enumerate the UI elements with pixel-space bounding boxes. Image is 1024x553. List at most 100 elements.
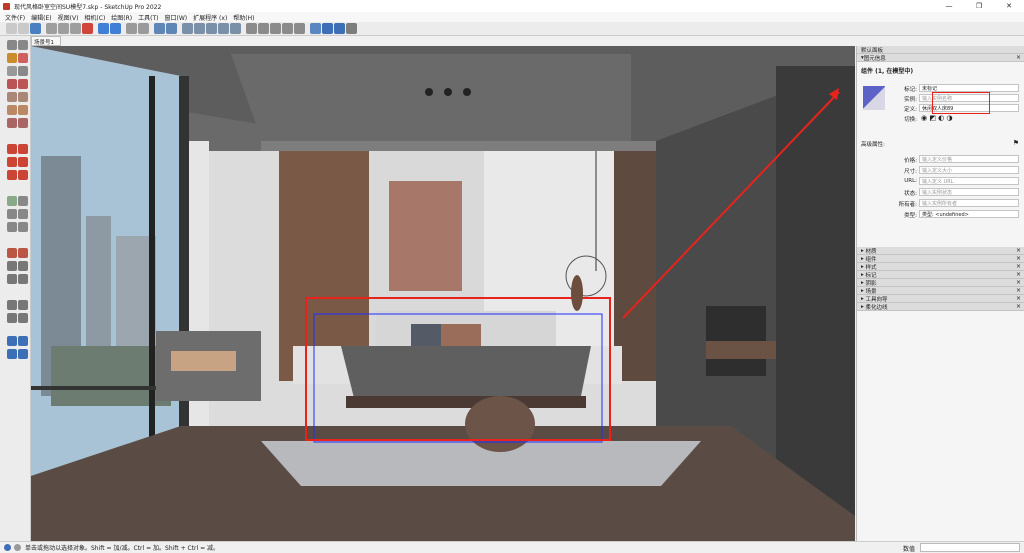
cut-icon[interactable] bbox=[46, 23, 57, 34]
scene-tab[interactable]: 场景号1 bbox=[31, 36, 61, 46]
paste-icon[interactable] bbox=[70, 23, 81, 34]
top-view-icon[interactable] bbox=[166, 23, 177, 34]
front-house-icon[interactable] bbox=[258, 23, 269, 34]
menu-edit[interactable]: 编辑(E) bbox=[31, 13, 51, 22]
menu-help[interactable]: 帮助(H) bbox=[233, 13, 254, 22]
undo-icon[interactable] bbox=[98, 23, 109, 34]
close-icon[interactable]: × bbox=[1016, 247, 1021, 254]
push-pull-icon[interactable] bbox=[18, 144, 28, 154]
export-icon[interactable] bbox=[18, 349, 28, 359]
close-icon[interactable]: × bbox=[1016, 263, 1021, 270]
share-model-icon[interactable] bbox=[7, 349, 17, 359]
erase-icon[interactable] bbox=[82, 23, 93, 34]
close-icon[interactable]: × bbox=[1016, 295, 1021, 302]
close-icon[interactable]: × bbox=[1016, 287, 1021, 294]
position-camera-icon[interactable] bbox=[7, 300, 17, 310]
visibility-toggle-icons[interactable]: ◉ ◩ ◐ ◑ bbox=[921, 114, 953, 122]
previous-view-icon[interactable] bbox=[18, 274, 28, 284]
menu-view[interactable]: 视图(V) bbox=[58, 13, 79, 22]
move-icon[interactable] bbox=[7, 144, 17, 154]
tray-materials[interactable]: ▸ 材质 × bbox=[857, 247, 1024, 255]
open-icon[interactable] bbox=[18, 23, 29, 34]
left-house-icon[interactable] bbox=[294, 23, 305, 34]
iso-view-icon[interactable] bbox=[154, 23, 165, 34]
arc2-icon[interactable] bbox=[7, 118, 17, 128]
close-icon[interactable]: × bbox=[1016, 54, 1021, 61]
back-edges-icon[interactable] bbox=[194, 23, 205, 34]
close-icon[interactable]: × bbox=[1016, 271, 1021, 278]
zoom-icon[interactable] bbox=[7, 261, 17, 271]
tray-shadows[interactable]: ▸ 阴影 × bbox=[857, 279, 1024, 287]
line-icon[interactable] bbox=[18, 66, 28, 76]
tag-select[interactable]: 未标记 bbox=[919, 84, 1019, 92]
scale-icon[interactable] bbox=[7, 170, 17, 180]
entity-info-header[interactable]: ▾ 图元信息 × bbox=[857, 54, 1024, 62]
pan-icon[interactable] bbox=[18, 248, 28, 258]
axes-icon[interactable] bbox=[310, 23, 321, 34]
menu-camera[interactable]: 相机(C) bbox=[84, 13, 105, 22]
close-icon[interactable]: × bbox=[1016, 303, 1021, 310]
xray-icon[interactable] bbox=[182, 23, 193, 34]
rotated-rect-icon[interactable] bbox=[18, 92, 28, 102]
tag-tool-icon[interactable] bbox=[7, 66, 17, 76]
menu-file[interactable]: 文件(F) bbox=[5, 13, 25, 22]
shaded-icon[interactable] bbox=[230, 23, 241, 34]
geo-location-icon[interactable] bbox=[4, 544, 11, 551]
zoom-extents-icon[interactable] bbox=[7, 274, 17, 284]
dynamic-component-icon[interactable]: ⚑ bbox=[1013, 139, 1019, 147]
model-info-icon[interactable] bbox=[138, 23, 149, 34]
right-house-icon[interactable] bbox=[270, 23, 281, 34]
freehand-icon[interactable] bbox=[7, 79, 17, 89]
rectangle-icon[interactable] bbox=[7, 92, 17, 102]
select-icon[interactable] bbox=[7, 40, 17, 50]
hidden-line-icon[interactable] bbox=[218, 23, 229, 34]
info-icon[interactable] bbox=[14, 544, 21, 551]
save-icon[interactable] bbox=[30, 23, 41, 34]
close-icon[interactable]: × bbox=[1016, 255, 1021, 262]
model-viewport[interactable] bbox=[31, 46, 855, 541]
maximize-button[interactable]: ❐ bbox=[964, 0, 994, 12]
iso-house-icon[interactable] bbox=[246, 23, 257, 34]
look-around-icon[interactable] bbox=[18, 300, 28, 310]
section-tool-icon[interactable] bbox=[18, 313, 28, 323]
new-icon[interactable] bbox=[6, 23, 17, 34]
3d-text-icon[interactable] bbox=[18, 222, 28, 232]
menu-window[interactable]: 窗口(W) bbox=[165, 13, 188, 22]
type-select[interactable]: 类型: <undefined> bbox=[919, 210, 1019, 218]
offset-icon[interactable] bbox=[18, 170, 28, 180]
eraser-icon[interactable] bbox=[18, 53, 28, 63]
follow-me-icon[interactable] bbox=[18, 157, 28, 167]
redo-icon[interactable] bbox=[110, 23, 121, 34]
pie-icon[interactable] bbox=[18, 118, 28, 128]
copy-icon[interactable] bbox=[58, 23, 69, 34]
extension-warehouse-icon[interactable] bbox=[18, 336, 28, 346]
tray-tags[interactable]: ▸ 标记 × bbox=[857, 271, 1024, 279]
print-icon[interactable] bbox=[126, 23, 137, 34]
text-icon[interactable] bbox=[18, 209, 28, 219]
tray-soften-edges[interactable]: ▸ 柔化边线 × bbox=[857, 303, 1024, 311]
menu-draw[interactable]: 绘图(R) bbox=[111, 13, 132, 22]
menu-extensions[interactable]: 扩展程序 (x) bbox=[193, 13, 227, 22]
protractor-icon[interactable] bbox=[7, 209, 17, 219]
axes-tool-icon[interactable] bbox=[7, 222, 17, 232]
status-input[interactable]: 输入实例状态 bbox=[919, 188, 1019, 196]
zoom-window-icon[interactable] bbox=[18, 261, 28, 271]
size-input[interactable]: 输入定义大小 bbox=[919, 166, 1019, 174]
circle-icon[interactable] bbox=[7, 105, 17, 115]
owner-input[interactable]: 输入实例所有者 bbox=[919, 199, 1019, 207]
rotate-icon[interactable] bbox=[7, 157, 17, 167]
walk-icon[interactable] bbox=[7, 313, 17, 323]
tape-measure-icon[interactable] bbox=[7, 196, 17, 206]
minimize-button[interactable]: — bbox=[934, 0, 964, 12]
section-cut-icon[interactable] bbox=[334, 23, 345, 34]
measurements-input[interactable] bbox=[920, 543, 1020, 552]
tray-components[interactable]: ▸ 组件 × bbox=[857, 255, 1024, 263]
dimension-icon[interactable] bbox=[18, 196, 28, 206]
menu-tools[interactable]: 工具(T) bbox=[138, 13, 158, 22]
paint-bucket-icon[interactable] bbox=[7, 53, 17, 63]
tray-styles[interactable]: ▸ 样式 × bbox=[857, 263, 1024, 271]
section-plane-icon[interactable] bbox=[322, 23, 333, 34]
url-input[interactable]: 输入定义 URL bbox=[919, 177, 1019, 185]
wireframe-icon[interactable] bbox=[206, 23, 217, 34]
back-house-icon[interactable] bbox=[282, 23, 293, 34]
